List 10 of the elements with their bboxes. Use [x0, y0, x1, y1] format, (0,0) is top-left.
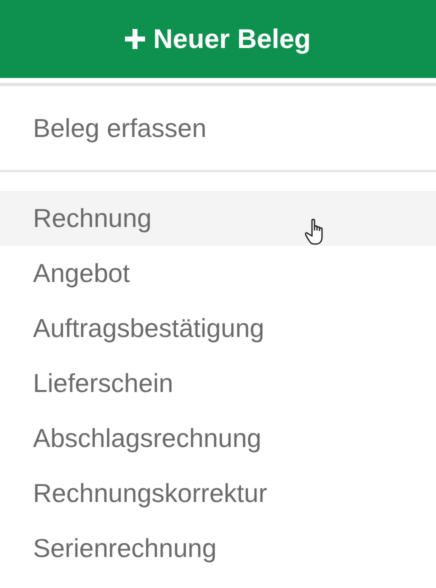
menu-item[interactable]: Rechnung: [0, 191, 436, 246]
menu-item[interactable]: Abschlagsrechnung: [0, 411, 436, 466]
new-document-button[interactable]: Neuer Beleg: [0, 0, 436, 78]
menu-item[interactable]: Auftragsbestätigung: [0, 301, 436, 356]
menu-item[interactable]: Rechnungskorrektur: [0, 466, 436, 521]
section-heading: Beleg erfassen: [33, 112, 206, 144]
plus-icon: [125, 29, 146, 49]
menu-item[interactable]: Serienrechnung: [0, 521, 436, 576]
menu-item[interactable]: Lieferschein: [0, 356, 436, 411]
menu-item[interactable]: Angebot: [0, 246, 436, 301]
